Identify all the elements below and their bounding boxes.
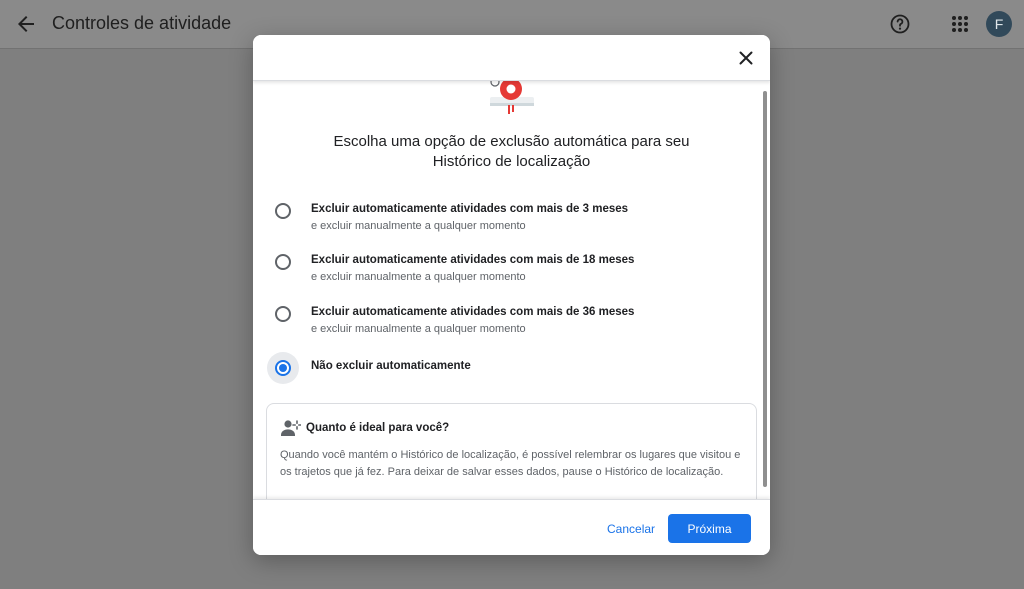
help-circle-icon [890, 14, 910, 34]
location-history-illustration [487, 81, 537, 115]
apps-button[interactable] [949, 13, 971, 35]
auto-delete-dialog: Escolha uma opção de exclusão automática… [253, 35, 770, 555]
cancel-button[interactable]: Cancelar [599, 515, 663, 543]
close-icon [739, 51, 753, 65]
dialog-header [253, 35, 770, 81]
radio-button[interactable] [275, 306, 291, 322]
option-label: Excluir automaticamente atividades com m… [311, 306, 635, 318]
info-text: Quando você mantém o Histórico de locali… [280, 449, 741, 478]
option-label: Excluir automaticamente atividades com m… [311, 203, 629, 215]
dialog-body: Escolha uma opção de exclusão automática… [253, 81, 770, 499]
option-label: Não excluir automaticamente [311, 360, 471, 372]
next-button[interactable]: Próxima [668, 514, 751, 543]
info-card: Quanto é ideal para você? Quando você ma… [266, 403, 757, 499]
option-sublabel: e excluir manualmente a qualquer momento [311, 323, 526, 335]
page-title: Controles de atividade [52, 13, 232, 33]
close-button[interactable] [734, 46, 758, 70]
back-button[interactable] [14, 12, 38, 36]
radio-button-selected[interactable] [275, 360, 291, 376]
dialog-footer: Cancelar Próxima [253, 499, 770, 555]
option-18-months[interactable]: Excluir automaticamente atividades com m… [271, 254, 741, 294]
radio-button[interactable] [275, 254, 291, 270]
arrow-back-icon [18, 16, 34, 32]
option-no-auto-delete[interactable]: Não excluir automaticamente [267, 352, 741, 400]
account-avatar[interactable]: F [986, 11, 1012, 37]
option-sublabel: e excluir manualmente a qualquer momento [311, 220, 526, 232]
option-3-months[interactable]: Excluir automaticamente atividades com m… [271, 203, 741, 243]
dialog-scrollbar[interactable] [763, 91, 767, 487]
dialog-title: Escolha uma opção de exclusão automática… [333, 133, 690, 170]
option-label: Excluir automaticamente atividades com m… [311, 254, 635, 266]
location-pin-icon [490, 81, 534, 114]
radio-button[interactable] [275, 203, 291, 219]
option-36-months[interactable]: Excluir automaticamente atividades com m… [271, 306, 741, 346]
person-add-icon [281, 419, 302, 437]
info-title: Quanto é ideal para você? [306, 422, 450, 434]
help-button[interactable] [888, 12, 912, 36]
apps-grid-icon [952, 16, 968, 32]
option-sublabel: e excluir manualmente a qualquer momento [311, 271, 526, 283]
